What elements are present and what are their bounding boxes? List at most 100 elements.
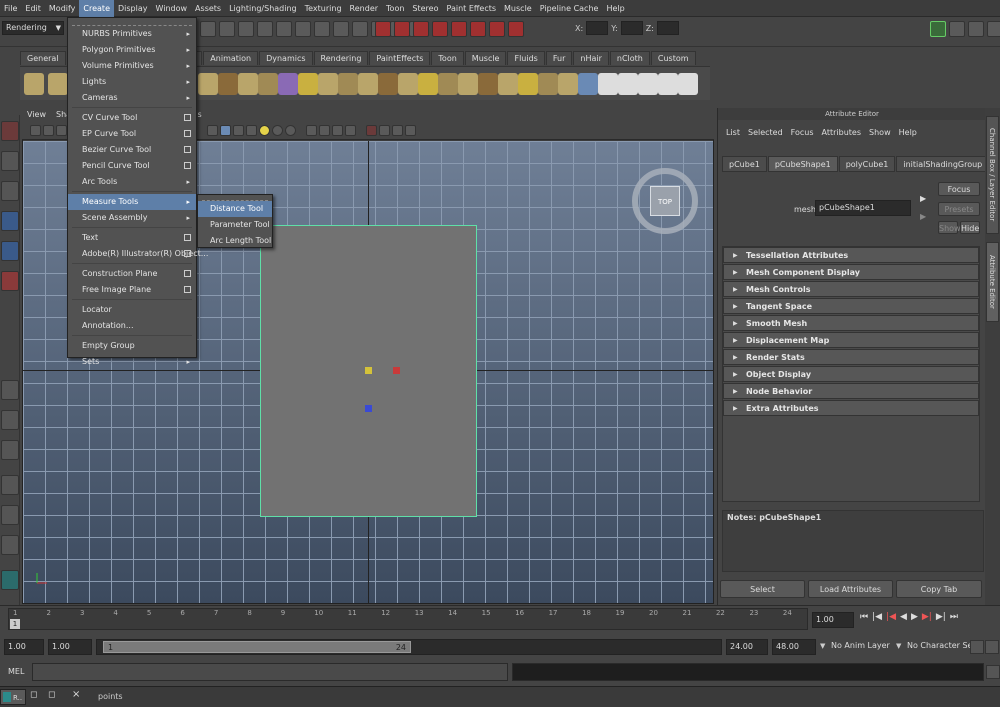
manipulator-x-handle[interactable] — [393, 367, 400, 374]
lasso-tool-icon[interactable] — [1, 151, 19, 171]
film-gate-icon[interactable] — [379, 125, 390, 136]
shelf-tool-icon[interactable] — [258, 73, 278, 95]
shelf-tool-icon[interactable] — [658, 73, 678, 95]
menu-paint-effects[interactable]: Paint Effects — [443, 0, 501, 17]
camera-attributes-icon[interactable] — [43, 125, 54, 136]
ae-menu-list[interactable]: List — [722, 128, 744, 137]
layout-hypershade-icon[interactable] — [1, 505, 19, 525]
camera-select-icon[interactable] — [30, 125, 41, 136]
manipulator-center-handle[interactable] — [365, 367, 372, 374]
render-settings-icon[interactable] — [352, 21, 368, 37]
snap-point-icon[interactable] — [238, 21, 254, 37]
lights-icon[interactable] — [259, 125, 270, 136]
layout-graph-icon[interactable] — [1, 475, 19, 495]
step-back-frame-icon[interactable]: |◀ — [872, 612, 882, 622]
view-cube-top-face[interactable]: TOP — [650, 186, 680, 216]
show-button[interactable]: Show — [938, 221, 961, 234]
menu-item-arc-tools[interactable]: Arc Tools ▸ — [68, 174, 196, 190]
move-tool-icon[interactable] — [1, 211, 19, 231]
mask-handles-icon[interactable] — [375, 21, 391, 37]
wireframe-on-shaded-icon[interactable] — [233, 125, 244, 136]
animation-start-field[interactable]: 1.00 — [4, 639, 44, 655]
menu-muscle[interactable]: Muscle — [500, 0, 536, 17]
shelf-tool-icon[interactable] — [598, 73, 618, 95]
menu-item-cameras[interactable]: Cameras ▸ — [68, 90, 196, 106]
scale-tool-icon[interactable] — [1, 271, 19, 291]
ssao-icon[interactable] — [285, 125, 296, 136]
menu-pipeline-cache[interactable]: Pipeline Cache — [536, 0, 603, 17]
go-to-start-icon[interactable]: ⏮ — [860, 612, 868, 622]
presets-button[interactable]: Presets — [938, 202, 980, 216]
menu-item-adobe-r-illustrator-r-object[interactable]: Adobe(R) Illustrator(R) Object... — [68, 246, 208, 262]
focus-button[interactable]: Focus — [938, 182, 980, 196]
ae-menu-show[interactable]: Show — [865, 128, 895, 137]
safe-action-icon[interactable] — [405, 125, 416, 136]
step-forward-key-icon[interactable]: ▶| — [922, 612, 932, 622]
shelf-tool-icon[interactable] — [238, 73, 258, 95]
menu-item-distance-tool[interactable]: Distance Tool — [198, 201, 272, 217]
mask-misc-icon[interactable] — [508, 21, 524, 37]
shelf-tool-icon[interactable] — [578, 73, 598, 95]
time-slider[interactable]: 1 2 3 4 5 6 7 8 9 10 11 12 13 14 15 16 17 18 19 20 21 22 23 24 … — [0, 605, 1000, 633]
command-input[interactable] — [32, 663, 508, 681]
shelf-tab-animation[interactable]: Animation — [203, 51, 259, 65]
menu-toon[interactable]: Toon — [382, 0, 408, 17]
menu-item-text[interactable]: Text — [68, 230, 196, 246]
layout-trax-icon[interactable] — [1, 535, 19, 555]
viewport-menu-view[interactable]: View — [22, 108, 51, 122]
snap-grid-icon[interactable] — [200, 21, 216, 37]
load-attributes-button[interactable]: Load Attributes — [808, 580, 893, 598]
render-frame-icon[interactable] — [314, 21, 330, 37]
menu-create[interactable]: Create — [79, 0, 114, 17]
character-set-selector[interactable]: No Character Set — [907, 641, 976, 650]
history-icon[interactable] — [295, 21, 311, 37]
shelf-tab-dynamics[interactable]: Dynamics — [259, 51, 313, 65]
node-tab-initialshadinggroup[interactable]: initialShadingGroup — [896, 156, 990, 172]
bookmark-icon[interactable] — [56, 125, 67, 136]
section-smooth-mesh[interactable]: Smooth Mesh — [723, 315, 979, 332]
ae-menu-attributes[interactable]: Attributes — [818, 128, 866, 137]
playback-end-field[interactable]: 24.00 — [726, 639, 768, 655]
playback-start-field[interactable]: 1.00 — [48, 639, 92, 655]
notes-panel[interactable]: Notes: pCubeShape1 — [722, 510, 984, 572]
mask-rendering-icon[interactable] — [489, 21, 505, 37]
shelf-tool-icon[interactable] — [418, 73, 438, 95]
shelf-tab-ncloth[interactable]: nCloth — [609, 51, 650, 65]
xray-joints-icon[interactable] — [332, 125, 343, 136]
shelf-tool-icon[interactable] — [558, 73, 578, 95]
option-box-icon[interactable] — [184, 130, 191, 137]
anim-layer-selector[interactable]: No Anim Layer — [831, 641, 890, 650]
ae-menu-selected[interactable]: Selected — [744, 128, 787, 137]
section-render-stats[interactable]: Render Stats — [723, 349, 979, 366]
x-field[interactable] — [586, 21, 609, 35]
maximize-icon[interactable]: ◻ — [48, 690, 55, 700]
ipr-render-icon[interactable] — [333, 21, 349, 37]
menu-assets[interactable]: Assets — [191, 0, 225, 17]
paint-select-icon[interactable] — [1, 181, 19, 201]
shelf-tool-icon[interactable] — [298, 73, 318, 95]
option-box-icon[interactable] — [184, 146, 191, 153]
ae-menu-help[interactable]: Help — [895, 128, 921, 137]
option-box-icon[interactable] — [184, 286, 191, 293]
menu-render[interactable]: Render — [346, 0, 382, 17]
go-to-end-icon[interactable]: ⏭ — [950, 612, 958, 622]
option-box-icon[interactable] — [184, 162, 191, 169]
layout-persp-outliner-icon[interactable] — [1, 440, 19, 460]
play-backward-icon[interactable]: ◀ — [900, 612, 907, 622]
channel-box-toggle-icon[interactable] — [987, 21, 1000, 37]
shelf-tab-fluids[interactable]: Fluids — [507, 51, 545, 65]
shelf-tool-icon[interactable] — [458, 73, 478, 95]
menu-item-polygon-primitives[interactable]: Polygon Primitives ▸ — [68, 42, 196, 58]
shelf-tool-icon[interactable] — [198, 73, 218, 95]
layout-four-icon[interactable] — [1, 410, 19, 430]
shelf-tool-icon[interactable] — [678, 73, 698, 95]
shelf-tool-icon[interactable] — [438, 73, 458, 95]
section-mesh-controls[interactable]: Mesh Controls — [723, 281, 979, 298]
snap-curve-icon[interactable] — [219, 21, 235, 37]
current-time-marker[interactable]: 1 — [10, 619, 20, 629]
menu-lighting-shading[interactable]: Lighting/Shading — [225, 0, 301, 17]
menu-window[interactable]: Window — [152, 0, 192, 17]
node-tab-pcubeshape1[interactable]: pCubeShape1 — [767, 156, 838, 172]
z-field[interactable] — [656, 21, 679, 35]
shelf-tab-fur[interactable]: Fur — [545, 51, 573, 65]
